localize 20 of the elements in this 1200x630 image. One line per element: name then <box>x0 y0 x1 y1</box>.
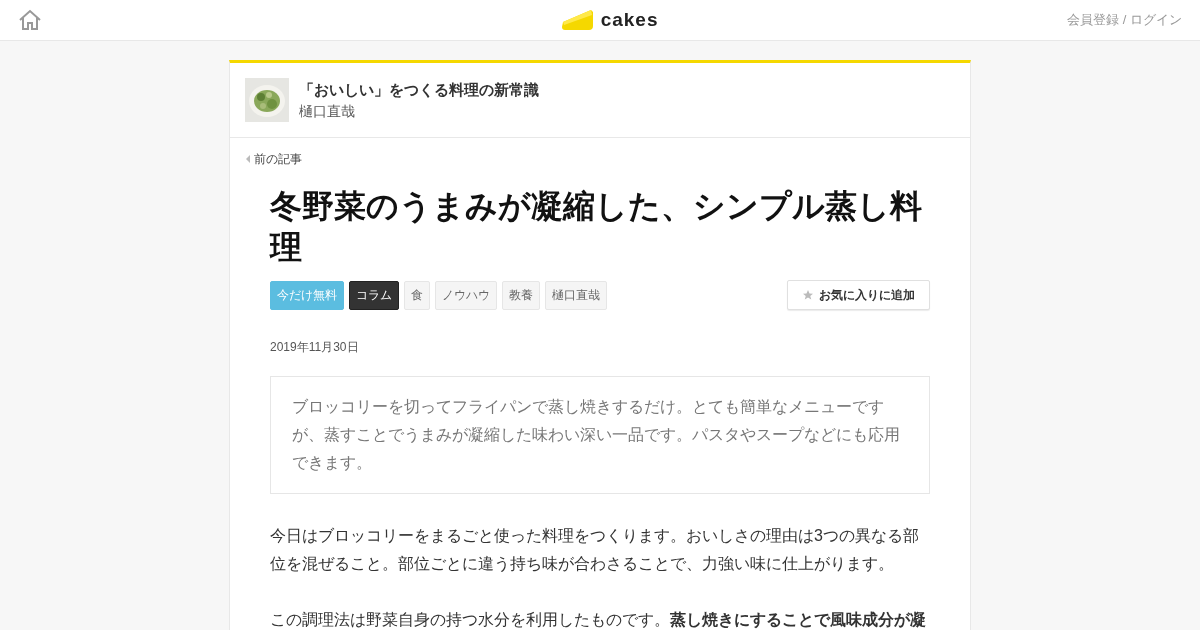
star-icon <box>802 289 814 301</box>
article-title: 冬野菜のうまみが凝縮した、シンプル蒸し料理 <box>270 187 923 267</box>
add-favorite-button[interactable]: お気に入りに追加 <box>787 280 930 310</box>
logo-text: cakes <box>600 7 659 32</box>
series-title[interactable]: 「おいしい」をつくる料理の新常識 <box>299 79 539 101</box>
home-icon[interactable] <box>18 9 42 31</box>
article-paragraph: この調理法は野菜自身の持つ水分を利用したものです。蒸し焼きにすることで風味成分が凝 <box>270 610 927 630</box>
tag[interactable]: 樋口直哉 <box>545 280 607 310</box>
tag[interactable]: 食 <box>404 280 430 310</box>
previous-article-link[interactable]: 前の記事 <box>246 150 302 168</box>
article-paragraph: 今日はブロッコリーをまるごと使った料理をつくります。おいしさの理由は3つの異なる部位を混ぜること。部位ごとに違う持ち味が合わさることで、力強い味に仕上がります。 <box>270 526 920 574</box>
publish-date: 2019年11月30日 <box>270 339 360 356</box>
cake-icon <box>560 8 595 32</box>
logo[interactable]: cakes <box>560 5 659 35</box>
series-author[interactable]: 樋口直哉 <box>299 101 539 121</box>
caret-icon <box>246 155 250 163</box>
tag[interactable]: コラム <box>349 280 399 310</box>
tag[interactable]: 教養 <box>502 280 540 310</box>
article-lead: ブロッコリーを切ってフライパンで蒸し焼きするだけ。とても簡単なメニューですが、蒸すことでうまみが凝縮した味わい深い一品です。パスタやスープなどにも応用できます。 <box>270 376 930 494</box>
tag[interactable]: ノウハウ <box>435 280 497 310</box>
